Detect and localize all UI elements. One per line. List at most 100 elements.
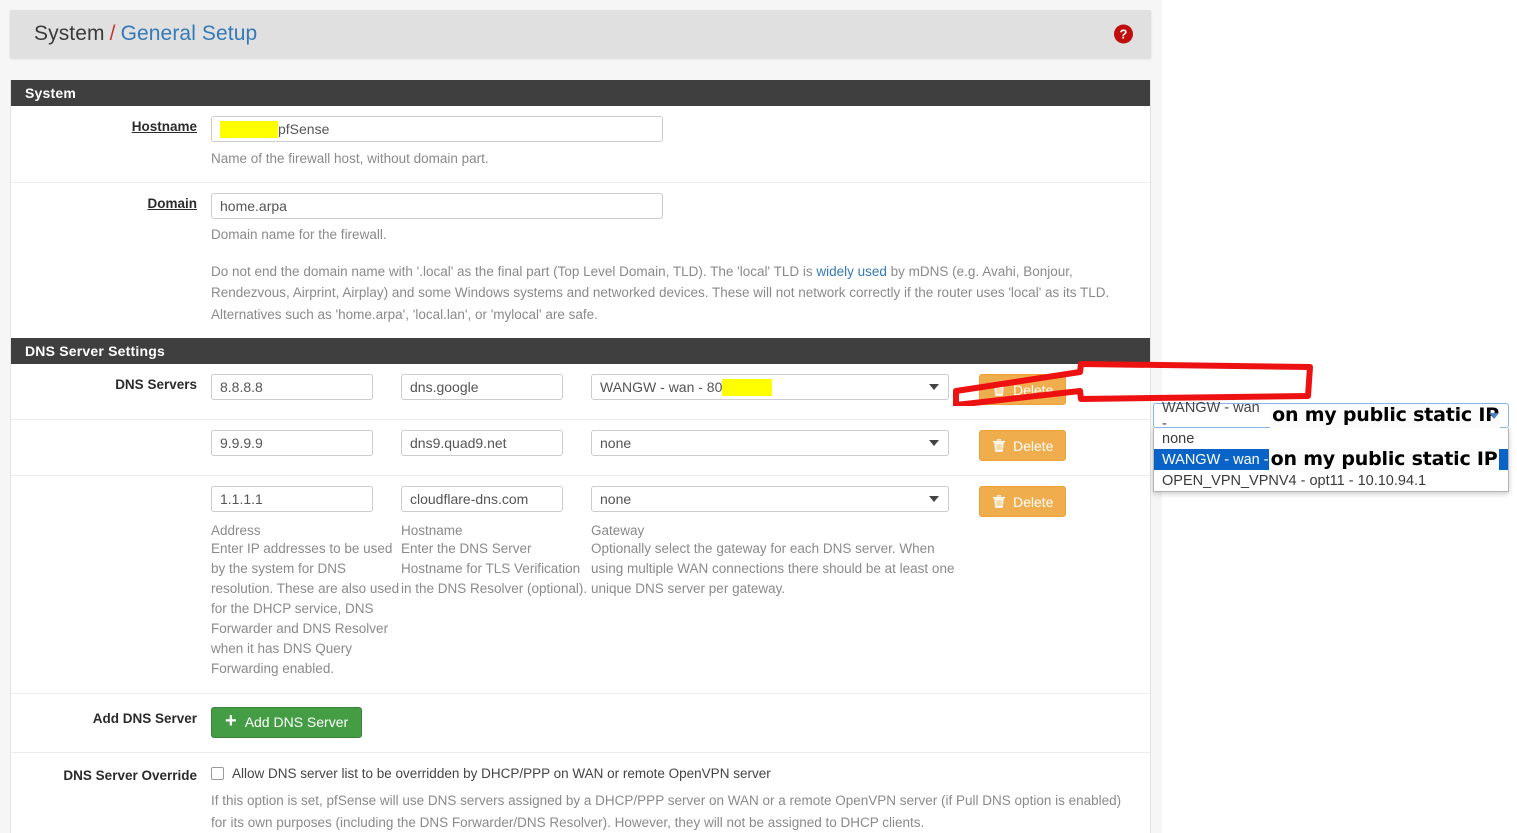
panel-system-title: System	[25, 85, 77, 101]
chevron-down-icon-2	[929, 440, 939, 446]
dns-row-2-fields: 9.9.9.9 dns9.quad9.net none Delete	[211, 420, 1150, 475]
plus-icon: +	[225, 710, 237, 733]
trash-icon-3	[993, 495, 1005, 508]
dns-row-1-fields: 8.8.8.8 dns.google WANGW - wan - 80 Dele…	[211, 364, 1150, 419]
gateway-option-none-label: none	[1162, 430, 1195, 447]
widely-used-link[interactable]: widely used	[816, 264, 887, 279]
dns-address-cell-2: 9.9.9.9	[211, 430, 373, 456]
domain-input[interactable]: home.arpa	[211, 193, 663, 220]
gateway-option-openvpn[interactable]: OPEN_VPN_VPNV4 - opt11 - 10.10.94.1	[1154, 470, 1508, 491]
dns-delete-cell-3: Delete	[979, 486, 1099, 517]
dns-server-row-1: DNS Servers 8.8.8.8 dns.google WANGW - w…	[11, 364, 1150, 420]
breadcrumb-root[interactable]: System	[34, 22, 105, 45]
add-dns-server-button-label: Add DNS Server	[244, 714, 349, 731]
dns-gateway-cell-2: none	[591, 430, 949, 456]
dns-gateway-select-2[interactable]: none	[591, 430, 949, 456]
hostname-help: Name of the firewall host, without domai…	[211, 150, 489, 166]
dns-row-2-spacer	[11, 420, 211, 475]
panel-system-header: System	[11, 80, 1150, 106]
panel-system: System Hostname pfSense Name of the fire…	[10, 80, 1151, 342]
domain-value: home.arpa	[220, 198, 287, 215]
dns-address-input-2[interactable]: 9.9.9.9	[211, 430, 373, 456]
panel-dns-header: DNS Server Settings	[11, 338, 1150, 364]
dns-hostname-input-1[interactable]: dns.google	[401, 374, 563, 400]
delete-label-2: Delete	[1013, 437, 1054, 454]
dns-gateway-value-1: WANGW - wan - 80	[600, 379, 723, 395]
help-body-address: Enter IP addresses to be used by the sys…	[211, 541, 400, 676]
hostname-input[interactable]: pfSense	[211, 116, 663, 142]
dns-override-help: If this option is set, pfSense will use …	[211, 792, 1122, 830]
dns-hostname-input-2[interactable]: dns9.quad9.net	[401, 430, 563, 456]
delete-label-3: Delete	[1013, 493, 1054, 510]
delete-label-1: Delete	[1013, 381, 1054, 398]
gateway-option-wangw[interactable]: WANGW - wan - on my public static IP	[1154, 447, 1508, 472]
gateway-dropdown-option-list[interactable]: none WANGW - wan - on my public static I…	[1153, 428, 1509, 492]
help-title-hostname: Hostname	[401, 523, 463, 538]
trash-icon-2	[993, 439, 1005, 452]
panel-dns: DNS Server Settings DNS Servers 8.8.8.8	[10, 338, 1151, 833]
chevron-down-icon-3	[929, 496, 939, 502]
dns-hostname-cell-1: dns.google	[401, 374, 563, 400]
dns-delete-cell-1: Delete	[979, 374, 1099, 405]
dns-hostname-input-3[interactable]: cloudflare-dns.com	[401, 486, 563, 512]
hostname-field-wrap: pfSense Name of the firewall host, witho…	[211, 106, 1150, 182]
dns-hostname-value-3: cloudflare-dns.com	[410, 491, 529, 507]
gateway-dropdown-closed-value[interactable]: WANGW - wan - on my public static IP	[1153, 400, 1509, 432]
dns-gateway-select-3[interactable]: none	[591, 486, 949, 512]
dns-address-cell-1: 8.8.8.8	[211, 374, 373, 400]
panel-system-body: Hostname pfSense Name of the firewall ho…	[11, 106, 1150, 341]
dns-address-value-1: 8.8.8.8	[220, 379, 263, 395]
gateway-option-wangw-label: WANGW - wan -	[1162, 451, 1269, 468]
delete-button-3[interactable]: Delete	[979, 486, 1067, 517]
gateway-option-openvpn-label: OPEN_VPN_VPNV4 - opt11 - 10.10.94.1	[1162, 472, 1427, 489]
dns-gateway-cell-3: none	[591, 486, 949, 512]
hostname-label: Hostname	[131, 119, 197, 134]
domain-help: Domain name for the firewall.	[211, 227, 387, 243]
gateway-dropdown-popup[interactable]: WANGW - wan - on my public static IP non…	[1153, 400, 1509, 492]
screen-root: System / General Setup ? System Hostname p…	[0, 0, 1517, 833]
dns-gateway-select-1[interactable]: WANGW - wan - 80	[591, 374, 949, 400]
help-body-gateway: Optionally select the gateway for each D…	[591, 541, 955, 596]
row-hostname: Hostname pfSense Name of the firewall ho…	[11, 106, 1150, 184]
dns-server-row-2: 9.9.9.9 dns9.quad9.net none Delete	[11, 420, 1150, 476]
dns-gateway-value-3: none	[600, 491, 632, 507]
panel-dns-title: DNS Server Settings	[25, 343, 165, 359]
help-circle-icon[interactable]: ?	[1114, 24, 1133, 44]
dns-address-input-1[interactable]: 8.8.8.8	[211, 374, 373, 400]
dns-override-checkbox[interactable]	[211, 766, 224, 780]
help-column-gateway: Gateway Optionally select the gateway fo…	[591, 523, 956, 679]
dns-override-checkbox-line: Allow DNS server list to be overridden b…	[211, 766, 1150, 781]
help-column-address: Address Enter IP addresses to be used by…	[211, 523, 401, 679]
dns-servers-label: DNS Servers	[115, 377, 197, 392]
dns-gateway-redaction-block-1	[722, 378, 773, 396]
annotation-text-closed: on my public static IP	[1270, 403, 1500, 428]
breadcrumb-current[interactable]: General Setup	[121, 22, 258, 45]
domain-field-wrap: home.arpa Domain name for the firewall. …	[211, 183, 1150, 340]
delete-button-1[interactable]: Delete	[979, 374, 1067, 405]
dns-delete-cell-2: Delete	[979, 430, 1099, 461]
add-dns-server-label: Add DNS Server	[92, 710, 197, 726]
dns-hostname-value-1: dns.google	[410, 379, 479, 395]
dns-column-help: Address Enter IP addresses to be used by…	[211, 523, 1150, 679]
dns-server-row-3: 1.1.1.1 cloudflare-dns.com none Delete A…	[11, 476, 1150, 694]
add-dns-server-field: + Add DNS Server	[211, 694, 1150, 752]
dns-server-override-label: DNS Server Override	[63, 767, 197, 783]
chevron-down-icon-popup	[1489, 412, 1499, 419]
add-dns-server-button[interactable]: + Add DNS Server	[211, 706, 363, 738]
dns-address-input-3[interactable]: 1.1.1.1	[211, 486, 373, 512]
hostname-value: pfSense	[278, 121, 330, 137]
dns-hostname-cell-2: dns9.quad9.net	[401, 430, 563, 456]
breadcrumb-separator: /	[109, 22, 116, 45]
dns-hostname-cell-3: cloudflare-dns.com	[401, 486, 563, 512]
row-add-dns-server: Add DNS Server + Add DNS Server	[11, 694, 1150, 753]
help-body-hostname: Enter the DNS Server Hostname for TLS Ve…	[401, 541, 588, 596]
dns-address-cell-3: 1.1.1.1	[211, 486, 373, 512]
help-title-address: Address	[211, 523, 261, 538]
delete-button-2[interactable]: Delete	[979, 430, 1067, 461]
hostname-redaction-block	[220, 120, 278, 138]
dns-server-override-field: Allow DNS server list to be overridden b…	[211, 753, 1150, 833]
dns-gateway-value-2: none	[600, 435, 632, 451]
dns-gateway-cell-1: WANGW - wan - 80	[591, 374, 949, 400]
dns-override-checkbox-label[interactable]: Allow DNS server list to be overridden b…	[232, 766, 771, 781]
domain-tld-notice-part1: Do not end the domain name with '.local'…	[211, 263, 817, 279]
